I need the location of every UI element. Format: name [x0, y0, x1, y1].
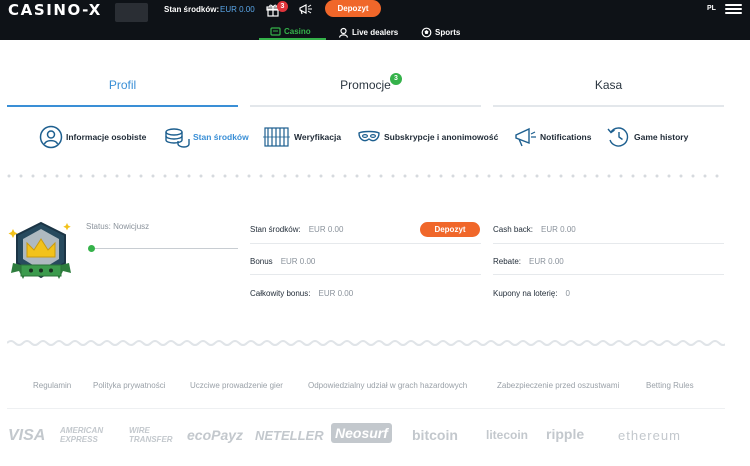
footer-link-privacy[interactable]: Polityka prywatności — [93, 381, 165, 390]
history-icon — [607, 127, 629, 147]
coupons-label: Kupony na loterię: — [493, 289, 558, 298]
cashback-value: EUR 0.00 — [541, 225, 576, 234]
dotted-divider — [7, 174, 725, 178]
divider — [250, 243, 481, 244]
rebate-row: Rebate: EUR 0.00 — [493, 257, 564, 266]
bonus-label: Bonus — [250, 257, 273, 266]
status-line: Status: Nowicjusz — [86, 222, 149, 231]
subtab-subscriptions[interactable]: Subskrypcje i anonimowość — [357, 124, 498, 150]
ethereum-logo: ethereum — [618, 428, 681, 443]
total-bonus-label: Całkowity bonus: — [250, 289, 311, 298]
subtab-game-history[interactable]: Game history — [606, 124, 688, 150]
bonus-row: Bonus EUR 0.00 — [250, 257, 315, 266]
rebate-label: Rebate: — [493, 257, 522, 266]
mask-icon — [358, 130, 380, 142]
status-value: Nowicjusz — [113, 222, 150, 231]
wave-divider — [7, 340, 725, 346]
litecoin-logo: litecoin — [486, 428, 529, 442]
tab-profil-label: Profil — [108, 78, 137, 92]
tab-profil[interactable]: Profil — [7, 77, 238, 107]
coupons-row: Kupony na loterię: 0 — [493, 289, 570, 298]
menu-icon[interactable] — [725, 4, 742, 14]
nav-sports[interactable]: Sports — [421, 24, 460, 40]
balance-label: Stan środków: — [164, 5, 220, 14]
rebate-value: EUR 0.00 — [529, 257, 564, 266]
footer-link-fraud-protection[interactable]: Zabezpieczenie przed oszustwami — [497, 381, 619, 390]
subtab-personal-info-label: Informacje osobiste — [66, 132, 147, 142]
wire-transfer-logo: WIRE TRANSFER — [129, 426, 173, 444]
deposit-button[interactable]: Depozyt — [420, 222, 480, 237]
cashback-row: Cash back: EUR 0.00 — [493, 225, 576, 234]
bonus-value: EUR 0.00 — [280, 257, 316, 266]
footer-divider — [7, 408, 725, 409]
coins-icon — [165, 128, 190, 148]
balance-row: Stan środków: EUR 0.00 — [250, 225, 343, 234]
balance-row-label: Stan środków: — [250, 225, 301, 234]
cashback-label: Cash back: — [493, 225, 534, 234]
subtab-subscriptions-label: Subskrypcje i anonimowość — [384, 132, 499, 142]
subtab-notifications-label: Notifications — [540, 132, 592, 142]
subtab-game-history-label: Game history — [634, 132, 689, 142]
nav-casino-label: Casino — [284, 26, 311, 36]
divider — [250, 274, 481, 275]
status-progress-bar — [91, 248, 238, 249]
nav-live-dealers-label: Live dealers — [352, 27, 399, 37]
subtab-verification[interactable]: Weryfikacja — [262, 124, 341, 150]
ball-icon — [421, 27, 432, 37]
visa-logo: VISA — [8, 427, 46, 444]
top-bar: CASINO-X Stan środków: EUR 0.00 3 Depozy… — [0, 0, 750, 40]
status-progress-marker — [88, 245, 95, 252]
person-icon — [39, 125, 63, 149]
nav-sports-label: Sports — [435, 27, 461, 37]
ripple-logo: ripple — [546, 426, 585, 442]
ecopayz-logo: ecoPayz — [187, 427, 244, 443]
total-bonus-row: Całkowity bonus: EUR 0.00 — [250, 289, 353, 298]
neteller-logo: NETELLER — [255, 428, 324, 443]
bitcoin-logo: bitcoin — [412, 427, 458, 443]
nav-live-dealers[interactable]: Live dealers — [338, 24, 398, 40]
cards-icon — [270, 26, 281, 36]
tab-promocje[interactable]: Promocje — [250, 77, 481, 107]
footer-link-terms[interactable]: Regulamin — [33, 381, 71, 390]
avatar[interactable] — [115, 3, 148, 22]
total-bonus-value: EUR 0.00 — [318, 289, 354, 298]
dealer-icon — [338, 27, 349, 38]
nav-casino[interactable]: Casino — [259, 24, 326, 40]
neosurf-logo: Neosurf — [331, 423, 392, 443]
subtab-balance-label: Stan środków — [193, 132, 249, 142]
megaphone-icon — [515, 127, 536, 147]
footer-link-betting-rules[interactable]: Betting Rules — [646, 381, 694, 390]
language-selector[interactable]: PL — [707, 5, 716, 12]
coupons-value: 0 — [565, 289, 570, 298]
divider — [493, 274, 724, 275]
footer-link-responsible-gaming[interactable]: Odpowiedzialny udział w grach hazardowyc… — [308, 381, 467, 390]
casino-logo[interactable]: CASINO-X — [8, 1, 102, 19]
rank-badge-icon — [8, 221, 71, 279]
tab-promocje-label: Promocje — [340, 78, 391, 92]
amex-logo: AMERICAN EXPRESS — [60, 426, 104, 444]
tab-kasa-label: Kasa — [594, 78, 623, 92]
verification-icon — [263, 127, 290, 147]
subtab-personal-info[interactable]: Informacje osobiste — [39, 124, 146, 150]
divider — [493, 243, 724, 244]
balance-value[interactable]: EUR 0.00 — [220, 5, 255, 14]
balance-row-value: EUR 0.00 — [308, 225, 344, 234]
megaphone-icon[interactable] — [298, 3, 313, 16]
gift-count-badge: 3 — [277, 1, 288, 12]
footer-link-fair-play[interactable]: Uczciwe prowadzenie gier — [190, 381, 283, 390]
status-label: Status: — [86, 222, 111, 231]
deposit-button[interactable]: Depozyt — [325, 0, 381, 17]
subtab-notifications[interactable]: Notifications — [514, 124, 591, 150]
subtab-balance[interactable]: Stan środków — [164, 124, 249, 150]
subtab-verification-label: Weryfikacja — [294, 132, 342, 142]
tab-kasa[interactable]: Kasa — [493, 77, 724, 107]
promocje-count-badge: 3 — [390, 73, 402, 85]
